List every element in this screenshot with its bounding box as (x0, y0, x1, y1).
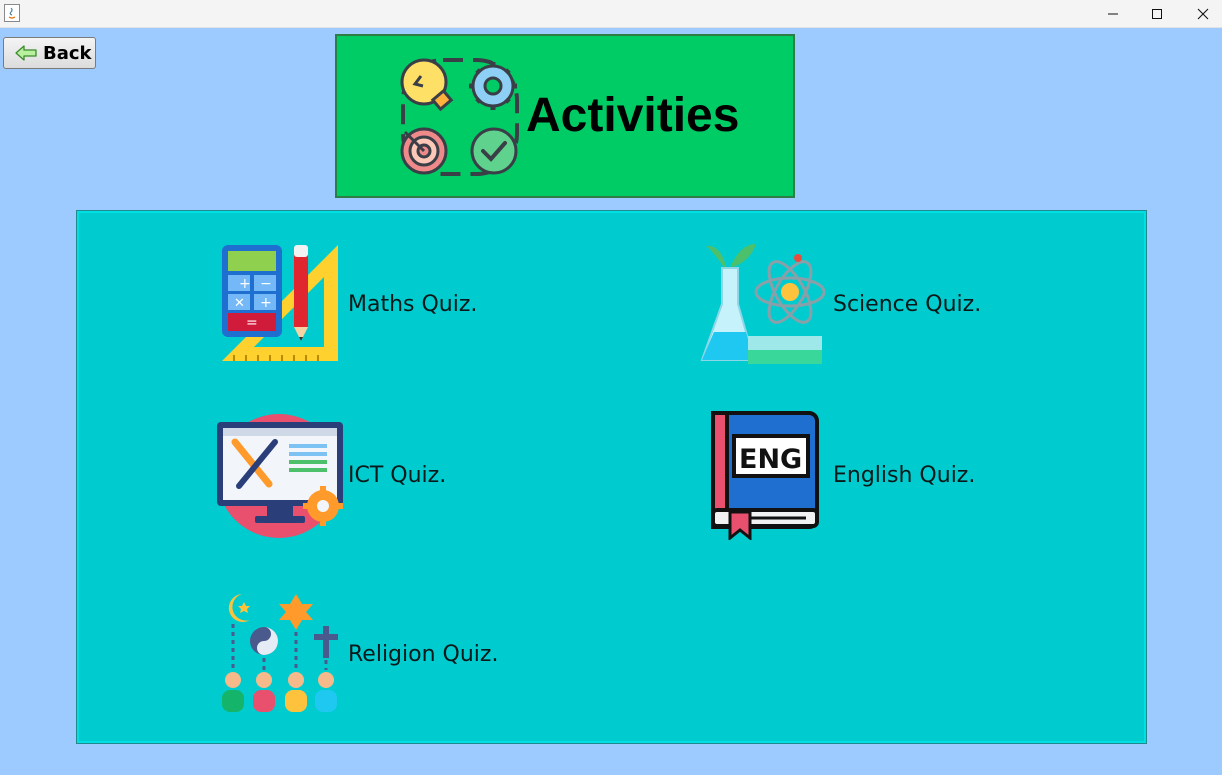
minimize-button[interactable] (1090, 0, 1136, 28)
maximize-button[interactable] (1134, 0, 1180, 28)
java-app-icon (4, 4, 20, 22)
window-titlebar (0, 0, 1222, 28)
maximize-icon (1152, 9, 1162, 19)
arrow-left-icon (15, 45, 37, 61)
svg-text:+: + (260, 295, 272, 311)
svg-text:−: − (260, 276, 272, 292)
activities-icon (400, 58, 519, 176)
close-icon (1197, 8, 1209, 20)
ict-quiz-button[interactable]: ICT Quiz. (215, 412, 465, 538)
back-button[interactable]: Back (3, 37, 96, 69)
science-quiz-button[interactable]: Science Quiz. (700, 240, 1000, 366)
religion-symbols-icon (222, 594, 338, 712)
svg-text:=: = (246, 315, 258, 331)
svg-text:+: + (239, 276, 251, 292)
science-quiz-label: Science Quiz. (833, 292, 982, 317)
svg-text:✕: ✕ (234, 296, 245, 311)
svg-text:ENG: ENG (739, 444, 802, 475)
maths-quiz-label: Maths Quiz. (348, 292, 478, 317)
ict-quiz-label: ICT Quiz. (348, 463, 447, 488)
english-book-icon: ENG (711, 411, 819, 540)
english-quiz-label: English Quiz. (833, 463, 976, 488)
religion-quiz-button[interactable]: Religion Quiz. (220, 590, 520, 714)
english-quiz-button[interactable]: ENG English Quiz. (710, 410, 1000, 540)
maths-quiz-button[interactable]: + − ✕ + = Maths Quiz. (220, 243, 490, 363)
science-flask-atom-icon (700, 244, 826, 364)
page-title: Activities (526, 89, 740, 142)
activities-header-panel: Activities (335, 34, 795, 198)
religion-quiz-label: Religion Quiz. (348, 642, 499, 667)
computer-tools-icon (217, 414, 343, 538)
back-button-label: Back (43, 42, 92, 64)
close-button[interactable] (1180, 0, 1222, 28)
calculator-ruler-icon: + − ✕ + = (222, 245, 338, 361)
minimize-icon (1108, 13, 1118, 15)
